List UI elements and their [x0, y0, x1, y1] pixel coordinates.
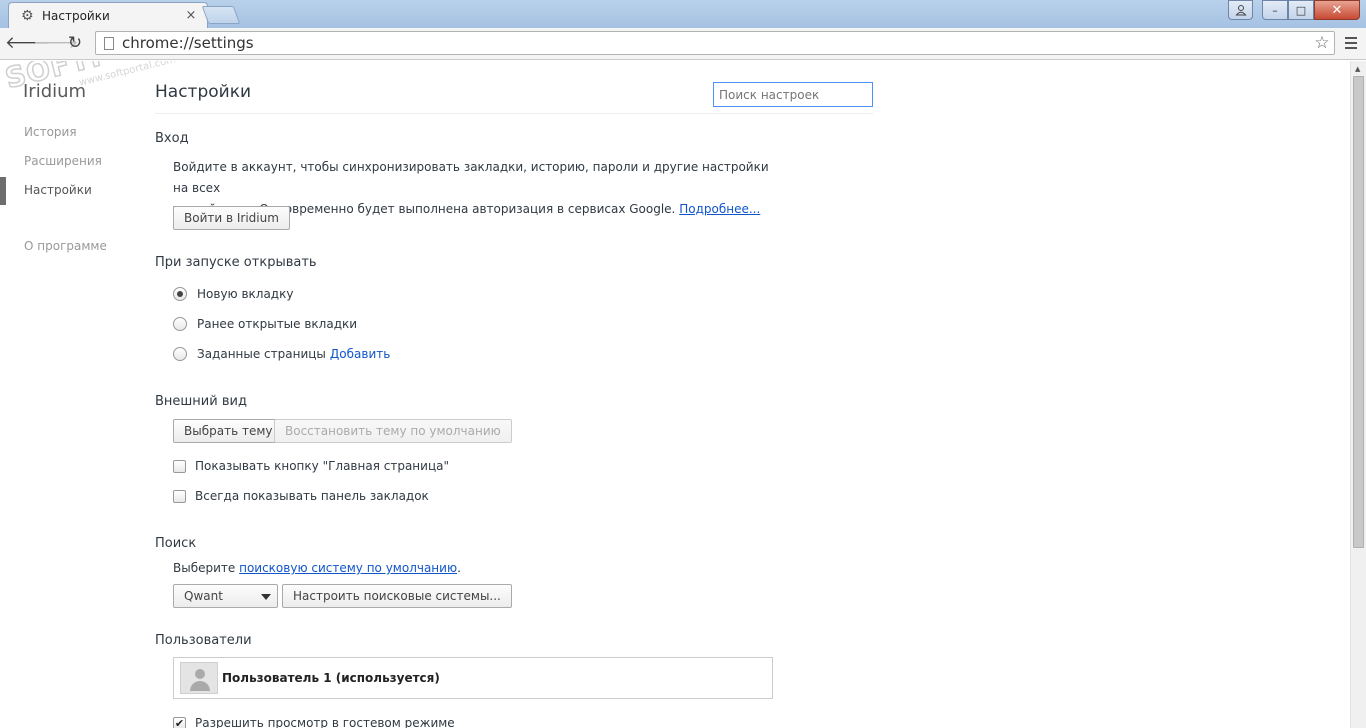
sidebar-item-about[interactable]: О программе	[24, 239, 107, 253]
show-home-button-option[interactable]: Показывать кнопку "Главная страница"	[173, 459, 449, 473]
reset-theme-button[interactable]: Восстановить тему по умолчанию	[274, 419, 512, 443]
back-arrow-icon[interactable]: 🡐	[5, 32, 51, 54]
checkbox-label: Показывать кнопку "Главная страница"	[195, 459, 449, 473]
section-search-heading: Поиск	[155, 536, 197, 551]
chevron-down-icon	[261, 594, 271, 600]
sidebar: Iridium История Расширения Настройки О п…	[0, 61, 140, 728]
active-indicator	[0, 177, 6, 205]
scrollbar-thumb[interactable]	[1353, 76, 1364, 548]
sidebar-item-settings[interactable]: Настройки	[24, 183, 92, 197]
checkbox-label: Разрешить просмотр в гостевом режиме	[195, 716, 455, 728]
user-list-item[interactable]: Пользователь 1 (используется)	[173, 657, 773, 699]
url-text[interactable]: chrome://settings	[122, 34, 1310, 52]
checkbox-guest-mode[interactable]: ✔	[173, 716, 186, 728]
section-users-heading: Пользователи	[155, 633, 252, 648]
close-window-button[interactable]: ✕	[1314, 0, 1360, 20]
brand-title: Iridium	[23, 81, 87, 102]
user-name: Пользователь 1 (используется)	[222, 671, 440, 685]
radio-label: Заданные страницы	[197, 347, 326, 361]
startup-option-newtab[interactable]: Новую вкладку	[173, 287, 293, 301]
radio-label: Новую вкладку	[197, 287, 294, 301]
selected-engine: Qwant	[184, 589, 223, 603]
search-suffix: .	[457, 561, 461, 575]
guest-mode-option[interactable]: ✔ Разрешить просмотр в гостевом режиме	[173, 716, 455, 728]
section-startup-heading: При запуске открывать	[155, 255, 317, 270]
add-pages-link[interactable]: Добавить	[330, 347, 390, 361]
sidebar-item-extensions[interactable]: Расширения	[24, 154, 102, 168]
checkbox-home-button[interactable]	[173, 459, 186, 473]
checkbox-label: Всегда показывать панель закладок	[195, 489, 429, 503]
page-title: Настройки	[155, 82, 252, 102]
forward-arrow-icon[interactable]: 🡒	[33, 32, 79, 54]
gear-icon: ⚙	[21, 7, 34, 24]
menu-icon[interactable]	[1341, 32, 1361, 54]
search-engine-select[interactable]: Qwant	[173, 584, 278, 608]
tab-settings[interactable]: ⚙ Настройки ×	[8, 2, 208, 28]
radio-label: Ранее открытые вкладки	[197, 317, 358, 331]
checkbox-bookmarks-bar[interactable]	[173, 489, 186, 503]
user-profile-button[interactable]	[1228, 0, 1253, 20]
vertical-scrollbar[interactable]: ▲	[1350, 61, 1366, 728]
radio-pages[interactable]	[173, 347, 187, 361]
user-icon	[1234, 5, 1247, 16]
address-bar[interactable]: chrome://settings ☆	[95, 31, 1335, 55]
search-input[interactable]	[713, 82, 873, 107]
maximize-button[interactable]: □	[1288, 0, 1314, 20]
section-signin-heading: Вход	[155, 131, 189, 146]
default-search-link[interactable]: поисковую систему по умолчанию	[239, 561, 457, 575]
scroll-up-icon[interactable]: ▲	[1355, 65, 1360, 73]
reload-icon[interactable]: ↻	[63, 32, 87, 54]
browser-toolbar: 🡐 🡒 ↻ chrome://settings ☆	[0, 28, 1366, 60]
startup-option-pages[interactable]: Заданные страницы Добавить	[173, 347, 390, 361]
signin-button[interactable]: Войти в Iridium	[173, 206, 290, 230]
show-bookmarks-bar-option[interactable]: Всегда показывать панель закладок	[173, 489, 429, 503]
avatar	[180, 662, 218, 694]
signin-text-line1: Войдите в аккаунт, чтобы синхронизироват…	[173, 160, 769, 195]
tab-close-icon[interactable]: ×	[183, 8, 199, 23]
radio-continue[interactable]	[173, 317, 187, 331]
radio-newtab[interactable]	[173, 287, 187, 301]
search-description: Выберите поисковую систему по умолчанию.	[173, 558, 753, 579]
bookmark-star-icon[interactable]: ☆	[1310, 33, 1334, 53]
tab-title: Настройки	[42, 8, 110, 23]
minimize-button[interactable]: –	[1262, 0, 1288, 20]
page-icon	[104, 36, 114, 50]
learn-more-link[interactable]: Подробнее...	[679, 202, 760, 216]
divider	[155, 113, 873, 114]
sidebar-item-history[interactable]: История	[24, 125, 77, 139]
manage-search-engines-button[interactable]: Настроить поисковые системы...	[282, 584, 512, 608]
new-tab-button[interactable]	[201, 6, 241, 24]
settings-page: Iridium История Расширения Настройки О п…	[0, 61, 1350, 728]
startup-option-continue[interactable]: Ранее открытые вкладки	[173, 317, 357, 331]
title-bar: ⚙ Настройки × – □ ✕	[0, 0, 1366, 28]
section-appearance-heading: Внешний вид	[155, 394, 247, 409]
choose-theme-button[interactable]: Выбрать тему	[173, 419, 284, 443]
search-prefix: Выберите	[173, 561, 240, 575]
